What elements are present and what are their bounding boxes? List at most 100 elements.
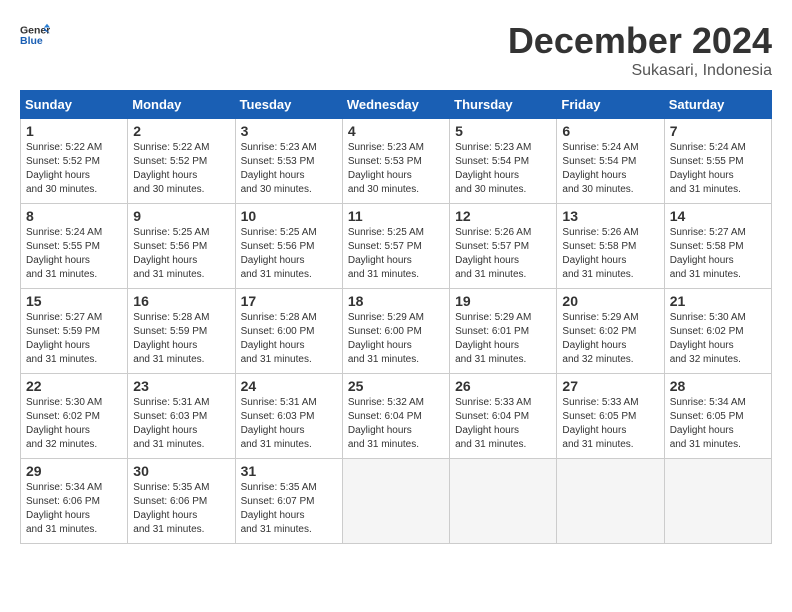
- day-info: Sunrise: 5:32 AM Sunset: 6:04 PM Dayligh…: [348, 396, 444, 452]
- calendar-cell: 5 Sunrise: 5:23 AM Sunset: 5:54 PM Dayli…: [450, 119, 557, 204]
- col-header-sunday: Sunday: [21, 91, 128, 119]
- day-number: 19: [455, 293, 551, 309]
- day-info: Sunrise: 5:25 AM Sunset: 5:56 PM Dayligh…: [241, 226, 337, 282]
- day-info: Sunrise: 5:23 AM Sunset: 5:54 PM Dayligh…: [455, 141, 551, 197]
- day-info: Sunrise: 5:23 AM Sunset: 5:53 PM Dayligh…: [348, 141, 444, 197]
- day-info: Sunrise: 5:28 AM Sunset: 6:00 PM Dayligh…: [241, 311, 337, 367]
- day-info: Sunrise: 5:25 AM Sunset: 5:56 PM Dayligh…: [133, 226, 229, 282]
- calendar-cell: 27 Sunrise: 5:33 AM Sunset: 6:05 PM Dayl…: [557, 374, 664, 459]
- day-info: Sunrise: 5:22 AM Sunset: 5:52 PM Dayligh…: [26, 141, 122, 197]
- calendar-cell: [342, 459, 449, 544]
- day-number: 10: [241, 208, 337, 224]
- calendar-cell: 25 Sunrise: 5:32 AM Sunset: 6:04 PM Dayl…: [342, 374, 449, 459]
- calendar-cell: 29 Sunrise: 5:34 AM Sunset: 6:06 PM Dayl…: [21, 459, 128, 544]
- logo-icon: General Blue: [20, 20, 50, 50]
- calendar-cell: 6 Sunrise: 5:24 AM Sunset: 5:54 PM Dayli…: [557, 119, 664, 204]
- day-number: 22: [26, 378, 122, 394]
- day-info: Sunrise: 5:31 AM Sunset: 6:03 PM Dayligh…: [241, 396, 337, 452]
- calendar-cell: 14 Sunrise: 5:27 AM Sunset: 5:58 PM Dayl…: [664, 204, 771, 289]
- logo: General Blue: [20, 20, 50, 50]
- calendar-cell: 11 Sunrise: 5:25 AM Sunset: 5:57 PM Dayl…: [342, 204, 449, 289]
- day-number: 13: [562, 208, 658, 224]
- calendar-cell: 15 Sunrise: 5:27 AM Sunset: 5:59 PM Dayl…: [21, 289, 128, 374]
- day-number: 5: [455, 123, 551, 139]
- calendar-cell: 28 Sunrise: 5:34 AM Sunset: 6:05 PM Dayl…: [664, 374, 771, 459]
- day-info: Sunrise: 5:35 AM Sunset: 6:06 PM Dayligh…: [133, 481, 229, 537]
- day-info: Sunrise: 5:31 AM Sunset: 6:03 PM Dayligh…: [133, 396, 229, 452]
- day-number: 17: [241, 293, 337, 309]
- day-info: Sunrise: 5:24 AM Sunset: 5:55 PM Dayligh…: [26, 226, 122, 282]
- day-info: Sunrise: 5:30 AM Sunset: 6:02 PM Dayligh…: [26, 396, 122, 452]
- calendar-cell: 24 Sunrise: 5:31 AM Sunset: 6:03 PM Dayl…: [235, 374, 342, 459]
- calendar-cell: 10 Sunrise: 5:25 AM Sunset: 5:56 PM Dayl…: [235, 204, 342, 289]
- day-number: 14: [670, 208, 766, 224]
- calendar-cell: 13 Sunrise: 5:26 AM Sunset: 5:58 PM Dayl…: [557, 204, 664, 289]
- day-number: 1: [26, 123, 122, 139]
- calendar-table: SundayMondayTuesdayWednesdayThursdayFrid…: [20, 90, 772, 544]
- calendar-week-1: 1 Sunrise: 5:22 AM Sunset: 5:52 PM Dayli…: [21, 119, 772, 204]
- day-number: 28: [670, 378, 766, 394]
- calendar-cell: 21 Sunrise: 5:30 AM Sunset: 6:02 PM Dayl…: [664, 289, 771, 374]
- svg-text:Blue: Blue: [20, 35, 43, 47]
- day-info: Sunrise: 5:29 AM Sunset: 6:02 PM Dayligh…: [562, 311, 658, 367]
- calendar-cell: 9 Sunrise: 5:25 AM Sunset: 5:56 PM Dayli…: [128, 204, 235, 289]
- day-number: 30: [133, 463, 229, 479]
- day-info: Sunrise: 5:34 AM Sunset: 6:05 PM Dayligh…: [670, 396, 766, 452]
- day-number: 11: [348, 208, 444, 224]
- calendar-week-4: 22 Sunrise: 5:30 AM Sunset: 6:02 PM Dayl…: [21, 374, 772, 459]
- day-number: 29: [26, 463, 122, 479]
- day-info: Sunrise: 5:28 AM Sunset: 5:59 PM Dayligh…: [133, 311, 229, 367]
- day-number: 3: [241, 123, 337, 139]
- day-headers: SundayMondayTuesdayWednesdayThursdayFrid…: [21, 91, 772, 119]
- day-info: Sunrise: 5:29 AM Sunset: 6:00 PM Dayligh…: [348, 311, 444, 367]
- col-header-tuesday: Tuesday: [235, 91, 342, 119]
- day-info: Sunrise: 5:33 AM Sunset: 6:05 PM Dayligh…: [562, 396, 658, 452]
- calendar-cell: 12 Sunrise: 5:26 AM Sunset: 5:57 PM Dayl…: [450, 204, 557, 289]
- day-number: 9: [133, 208, 229, 224]
- calendar-cell: [664, 459, 771, 544]
- day-number: 27: [562, 378, 658, 394]
- col-header-saturday: Saturday: [664, 91, 771, 119]
- calendar-cell: 1 Sunrise: 5:22 AM Sunset: 5:52 PM Dayli…: [21, 119, 128, 204]
- day-number: 15: [26, 293, 122, 309]
- calendar-cell: 17 Sunrise: 5:28 AM Sunset: 6:00 PM Dayl…: [235, 289, 342, 374]
- day-number: 31: [241, 463, 337, 479]
- day-info: Sunrise: 5:33 AM Sunset: 6:04 PM Dayligh…: [455, 396, 551, 452]
- calendar-cell: 4 Sunrise: 5:23 AM Sunset: 5:53 PM Dayli…: [342, 119, 449, 204]
- day-info: Sunrise: 5:30 AM Sunset: 6:02 PM Dayligh…: [670, 311, 766, 367]
- calendar-cell: 19 Sunrise: 5:29 AM Sunset: 6:01 PM Dayl…: [450, 289, 557, 374]
- calendar-week-5: 29 Sunrise: 5:34 AM Sunset: 6:06 PM Dayl…: [21, 459, 772, 544]
- day-info: Sunrise: 5:27 AM Sunset: 5:59 PM Dayligh…: [26, 311, 122, 367]
- month-title: December 2024: [508, 20, 772, 62]
- day-info: Sunrise: 5:24 AM Sunset: 5:54 PM Dayligh…: [562, 141, 658, 197]
- day-info: Sunrise: 5:26 AM Sunset: 5:58 PM Dayligh…: [562, 226, 658, 282]
- day-number: 25: [348, 378, 444, 394]
- day-info: Sunrise: 5:34 AM Sunset: 6:06 PM Dayligh…: [26, 481, 122, 537]
- calendar-cell: 22 Sunrise: 5:30 AM Sunset: 6:02 PM Dayl…: [21, 374, 128, 459]
- calendar-week-3: 15 Sunrise: 5:27 AM Sunset: 5:59 PM Dayl…: [21, 289, 772, 374]
- calendar-cell: 20 Sunrise: 5:29 AM Sunset: 6:02 PM Dayl…: [557, 289, 664, 374]
- calendar-cell: [557, 459, 664, 544]
- calendar-cell: 31 Sunrise: 5:35 AM Sunset: 6:07 PM Dayl…: [235, 459, 342, 544]
- day-info: Sunrise: 5:24 AM Sunset: 5:55 PM Dayligh…: [670, 141, 766, 197]
- day-info: Sunrise: 5:35 AM Sunset: 6:07 PM Dayligh…: [241, 481, 337, 537]
- title-area: December 2024 Sukasari, Indonesia: [508, 20, 772, 80]
- day-number: 6: [562, 123, 658, 139]
- day-number: 7: [670, 123, 766, 139]
- day-number: 12: [455, 208, 551, 224]
- calendar-cell: 23 Sunrise: 5:31 AM Sunset: 6:03 PM Dayl…: [128, 374, 235, 459]
- day-number: 2: [133, 123, 229, 139]
- day-info: Sunrise: 5:29 AM Sunset: 6:01 PM Dayligh…: [455, 311, 551, 367]
- calendar-cell: 16 Sunrise: 5:28 AM Sunset: 5:59 PM Dayl…: [128, 289, 235, 374]
- day-info: Sunrise: 5:22 AM Sunset: 5:52 PM Dayligh…: [133, 141, 229, 197]
- day-number: 8: [26, 208, 122, 224]
- day-number: 4: [348, 123, 444, 139]
- day-number: 24: [241, 378, 337, 394]
- calendar-cell: [450, 459, 557, 544]
- calendar-cell: 30 Sunrise: 5:35 AM Sunset: 6:06 PM Dayl…: [128, 459, 235, 544]
- day-info: Sunrise: 5:26 AM Sunset: 5:57 PM Dayligh…: [455, 226, 551, 282]
- calendar-cell: 26 Sunrise: 5:33 AM Sunset: 6:04 PM Dayl…: [450, 374, 557, 459]
- calendar-week-2: 8 Sunrise: 5:24 AM Sunset: 5:55 PM Dayli…: [21, 204, 772, 289]
- col-header-monday: Monday: [128, 91, 235, 119]
- calendar-cell: 3 Sunrise: 5:23 AM Sunset: 5:53 PM Dayli…: [235, 119, 342, 204]
